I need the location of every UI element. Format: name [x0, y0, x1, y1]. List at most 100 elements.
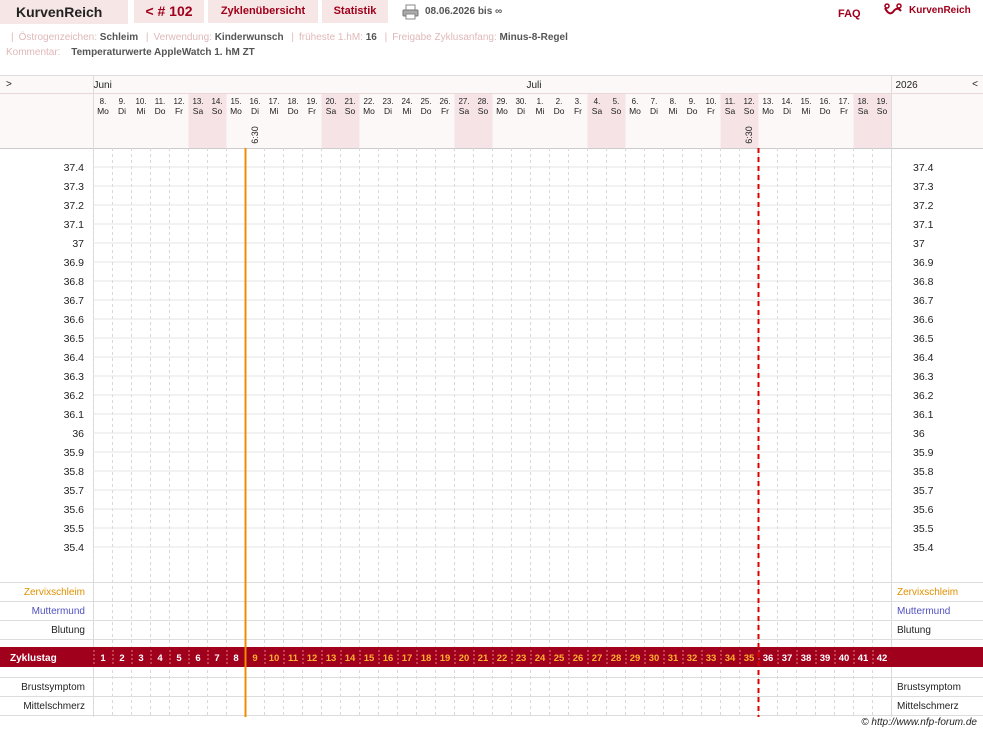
day-number: 17.	[838, 97, 849, 106]
day-number: 24.	[401, 97, 412, 106]
app-brand[interactable]: KurvenReich	[0, 0, 128, 24]
temperature-tick-right: 35.9	[913, 447, 934, 459]
cycle-day-number: 31	[668, 653, 679, 664]
release-value: Minus-8-Regel	[499, 32, 568, 43]
statistics-tab[interactable]: Statistik	[322, 0, 388, 23]
weekday-label: Mo	[230, 106, 242, 116]
cycle-day-number: 7	[214, 653, 219, 664]
cycle-day-number: 27	[592, 653, 603, 664]
cycle-day-number: 33	[706, 653, 717, 664]
bleeding-label-right: Blutung	[897, 625, 931, 636]
cycle-day-number: 34	[725, 653, 736, 664]
weekday-label: Mo	[363, 106, 375, 116]
cycle-day-number: 41	[858, 653, 869, 664]
weekday-label: Mo	[496, 106, 508, 116]
info-separator: |	[145, 32, 149, 43]
temperature-tick-right: 37.1	[913, 219, 934, 231]
day-number: 16.	[249, 97, 260, 106]
temperature-tick-left: 35.5	[64, 523, 85, 535]
printer-icon[interactable]	[402, 4, 419, 20]
cycle-day-number: 21	[478, 653, 489, 664]
prev-period-button[interactable]: >	[6, 79, 12, 90]
next-period-button[interactable]: <	[972, 79, 978, 90]
info-separator: |	[11, 32, 14, 43]
estrogen-label: Östrogenzeichen:	[18, 32, 97, 43]
cycle-day-number: 23	[516, 653, 527, 664]
weekday-label: Mi	[802, 106, 811, 116]
cycle-day-number: 20	[459, 653, 470, 664]
faq-link[interactable]: FAQ	[838, 8, 861, 20]
comment-row: Kommentar: Temperaturwerte AppleWatch 1.…	[6, 45, 568, 60]
weekday-label: Fr	[441, 106, 449, 116]
day-number: 11.	[725, 97, 736, 106]
weekday-label: Mo	[97, 106, 109, 116]
day-number: 23.	[382, 97, 393, 106]
month-label: Juli	[527, 80, 542, 91]
weekday-label: Mi	[403, 106, 412, 116]
day-number: 12.	[743, 97, 754, 106]
cycle-day-number: 14	[345, 653, 356, 664]
weekday-label: Do	[820, 106, 831, 116]
temperature-tick-right: 36.9	[913, 257, 934, 269]
cycle-info: | Östrogenzeichen: Schleim | Verwendung: K…	[6, 30, 568, 60]
day-number: 11.	[155, 97, 166, 106]
logo-text: KurvenReich	[909, 5, 971, 16]
breast-symptom-label[interactable]: Brustsymptom	[21, 682, 85, 693]
weekday-label: Mi	[669, 106, 678, 116]
weekday-label: Sa	[858, 106, 869, 116]
day-number: 6.	[632, 97, 639, 106]
usage-label: Verwendung:	[153, 32, 212, 43]
cycle-day-number: 35	[744, 653, 755, 664]
temperature-tick-left: 36.8	[64, 276, 85, 288]
weekday-label: Fr	[574, 106, 582, 116]
day-number: 3.	[575, 97, 582, 106]
logo-icon	[884, 3, 902, 15]
cycle-day-number: 24	[535, 653, 546, 664]
day-number: 18.	[857, 97, 868, 106]
temperature-tick-right: 35.4	[913, 542, 934, 554]
day-number: 13.	[192, 97, 203, 106]
weekday-label: Di	[118, 106, 126, 116]
weekday-label: So	[212, 106, 223, 116]
temperature-tick-left: 35.6	[64, 504, 85, 516]
day-number: 9.	[689, 97, 696, 106]
cycle-day-band	[0, 647, 983, 667]
weekday-label: Mi	[536, 106, 545, 116]
bleeding-label[interactable]: Blutung	[51, 625, 85, 636]
month-label: Juni	[94, 80, 112, 91]
temperature-tick-left: 36.1	[64, 409, 85, 421]
cervical-mucus-label[interactable]: Zervixschleim	[24, 587, 85, 598]
temperature-tick-left: 36.4	[64, 352, 85, 364]
day-number: 18.	[287, 97, 298, 106]
cycle-day-number: 42	[877, 653, 888, 664]
temperature-tick-left: 37.2	[64, 200, 85, 212]
temperature-tick-right: 36.3	[913, 371, 934, 383]
cervix-label[interactable]: Muttermund	[32, 606, 85, 617]
release-label: Freigabe Zyklusanfang:	[392, 32, 497, 43]
weekday-label: Mi	[137, 106, 146, 116]
mittelschmerz-label[interactable]: Mittelschmerz	[23, 701, 85, 712]
day-number: 8.	[100, 97, 107, 106]
day-number: 19.	[876, 97, 887, 106]
temperature-tick-left: 35.4	[64, 542, 85, 554]
cycle-overview-tab[interactable]: Zyklenübersicht	[208, 0, 318, 23]
cycle-day-number: 3	[138, 653, 143, 664]
cycle-day-number: 32	[687, 653, 698, 664]
day-number: 8.	[670, 97, 677, 106]
cycle-day-number: 4	[157, 653, 163, 664]
breast-symptom-label-right: Brustsymptom	[897, 682, 961, 693]
cycle-chart[interactable]: > <2026Juni Juli8.Mo9.Di10.Mi11.Do12.Fr13.…	[0, 75, 983, 717]
cycle-day-number: 38	[801, 653, 812, 664]
temperature-tick-right: 37.4	[913, 162, 934, 174]
day-number: 20.	[325, 97, 336, 106]
weekday-label: Di	[517, 106, 525, 116]
cycle-number-nav[interactable]: < # 102	[134, 0, 204, 23]
cycle-day-number: 29	[630, 653, 641, 664]
temperature-tick-left: 37.1	[64, 219, 85, 231]
cervical-mucus-label-right: Zervixschleim	[897, 587, 958, 598]
day-number: 25.	[420, 97, 431, 106]
cycle-day-number: 30	[649, 653, 660, 664]
weekday-label: Di	[783, 106, 791, 116]
day-number: 26.	[439, 97, 450, 106]
cervix-label-right: Muttermund	[897, 606, 950, 617]
